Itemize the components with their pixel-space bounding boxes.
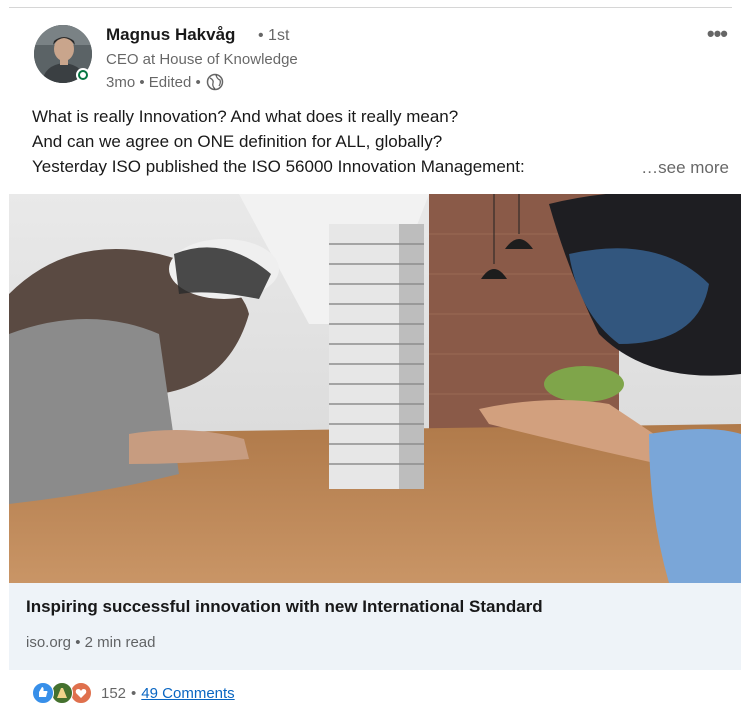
article-photo: [9, 194, 741, 583]
globe-icon: [206, 73, 223, 91]
post-line: What is really Innovation? And what does…: [32, 107, 459, 126]
social-counts: 152 • 49 Comments: [32, 682, 235, 704]
article-title[interactable]: Inspiring successful innovation with new…: [26, 597, 543, 617]
comments-link[interactable]: 49 Comments: [141, 685, 234, 702]
article-image[interactable]: [9, 194, 741, 583]
reaction-count[interactable]: 152: [101, 685, 126, 702]
post-top-border: [9, 7, 732, 8]
celebrate-icon[interactable]: [51, 682, 73, 704]
post-time-edited: 3mo • Edited •: [106, 73, 201, 91]
see-more-button[interactable]: …see more: [641, 158, 729, 178]
article-source: iso.org • 2 min read: [26, 634, 156, 651]
post-body: What is really Innovation? And what does…: [32, 104, 722, 179]
online-status-badge: [76, 68, 90, 82]
like-icon[interactable]: [32, 682, 54, 704]
article-card[interactable]: Inspiring successful innovation with new…: [9, 583, 741, 670]
author-name[interactable]: Magnus Hakvåg: [106, 25, 235, 45]
post-line: Yesterday ISO published the ISO 56000 In…: [32, 157, 525, 176]
author-headline: CEO at House of Knowledge: [106, 51, 298, 68]
overflow-menu-button[interactable]: •••: [707, 23, 728, 45]
post-line: And can we agree on ONE definition for A…: [32, 132, 443, 151]
post-meta: 3mo • Edited •: [106, 73, 224, 91]
love-icon[interactable]: [70, 682, 92, 704]
separator-dot: •: [131, 684, 137, 702]
connection-degree: • 1st: [258, 27, 290, 44]
